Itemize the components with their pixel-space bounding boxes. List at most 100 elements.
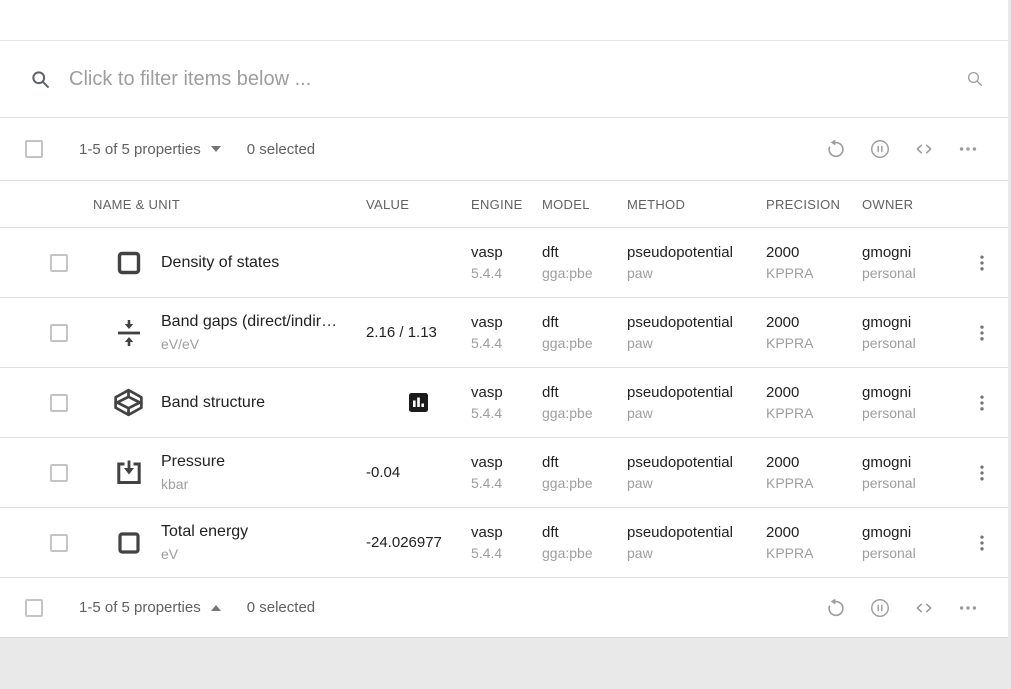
undo-icon[interactable]	[824, 137, 848, 161]
engine-version: 5.4.4	[471, 543, 542, 564]
property-name: Total energy	[161, 521, 366, 543]
row-checkbox[interactable]	[50, 464, 68, 482]
pagination-dropdown[interactable]: 1-5 of 5 properties	[79, 599, 221, 616]
engine-version: 5.4.4	[471, 263, 542, 284]
model-name: dft	[542, 312, 627, 333]
precision-detail: KPPRA	[766, 333, 862, 354]
precision-value: 2000	[766, 382, 862, 403]
selected-count: 0 selected	[247, 599, 315, 616]
precision-value: 2000	[766, 522, 862, 543]
select-all-checkbox[interactable]	[25, 599, 43, 617]
engine-name: vasp	[471, 452, 542, 473]
column-header-engine: ENGINE	[471, 197, 542, 212]
more-vertical-icon[interactable]	[968, 247, 996, 279]
row-checkbox[interactable]	[50, 324, 68, 342]
owner-name: gmogni	[862, 312, 956, 333]
toolbar-actions	[824, 596, 1008, 620]
precision-detail: KPPRA	[766, 473, 862, 494]
owner-name: gmogni	[862, 382, 956, 403]
engine-name: vasp	[471, 382, 542, 403]
property-name: Band gaps (direct/indir…	[161, 311, 366, 333]
owner-detail: personal	[862, 543, 956, 564]
code-icon[interactable]	[912, 137, 936, 161]
table-toolbar-bottom: 1-5 of 5 properties 0 selected	[0, 578, 1008, 638]
table-row: Density of states vasp 5.4.4 dft gga:pbe…	[0, 228, 1008, 298]
model-name: dft	[542, 242, 627, 263]
search-icon[interactable]	[966, 70, 984, 88]
property-value: 2.16 / 1.13	[366, 324, 471, 341]
selected-count: 0 selected	[247, 141, 315, 158]
table-row: Band gaps (direct/indir… eV/eV 2.16 / 1.…	[0, 298, 1008, 368]
table-toolbar-top: 1-5 of 5 properties 0 selected	[0, 118, 1008, 181]
precision-detail: KPPRA	[766, 403, 862, 424]
undo-icon[interactable]	[824, 596, 848, 620]
pause-circle-icon[interactable]	[868, 137, 892, 161]
table-row: Total energy eV -24.026977 vasp 5.4.4 df…	[0, 508, 1008, 578]
engine-name: vasp	[471, 312, 542, 333]
method-detail: paw	[627, 333, 766, 354]
band-gaps-icon	[113, 317, 145, 349]
engine-version: 5.4.4	[471, 333, 542, 354]
more-horizontal-icon[interactable]	[956, 137, 980, 161]
owner-name: gmogni	[862, 522, 956, 543]
property-value: -24.026977	[366, 534, 471, 551]
property-unit: kbar	[161, 474, 366, 494]
precision-detail: KPPRA	[766, 543, 862, 564]
table-row: Band structure vasp 5.4.4 dft gga:pbe ps…	[0, 368, 1008, 438]
row-checkbox[interactable]	[50, 254, 68, 272]
row-checkbox[interactable]	[50, 534, 68, 552]
pagination-dropdown[interactable]: 1-5 of 5 properties	[79, 141, 221, 158]
properties-panel: 1-5 of 5 properties 0 selected	[0, 0, 1008, 638]
toolbar-actions	[824, 137, 1008, 161]
code-icon[interactable]	[912, 596, 936, 620]
property-unit: eV	[161, 544, 366, 564]
engine-version: 5.4.4	[471, 403, 542, 424]
owner-name: gmogni	[862, 452, 956, 473]
method-name: pseudopotential	[627, 242, 766, 263]
precision-value: 2000	[766, 242, 862, 263]
method-name: pseudopotential	[627, 312, 766, 333]
engine-name: vasp	[471, 522, 542, 543]
owner-detail: personal	[862, 263, 956, 284]
method-detail: paw	[627, 263, 766, 284]
more-horizontal-icon[interactable]	[956, 596, 980, 620]
more-vertical-icon[interactable]	[968, 317, 996, 349]
method-name: pseudopotential	[627, 452, 766, 473]
owner-name: gmogni	[862, 242, 956, 263]
filter-input[interactable]	[69, 68, 966, 91]
row-checkbox[interactable]	[50, 394, 68, 412]
more-vertical-icon[interactable]	[968, 457, 996, 489]
precision-detail: KPPRA	[766, 263, 862, 284]
model-name: dft	[542, 382, 627, 403]
select-all-checkbox[interactable]	[25, 140, 43, 158]
precision-value: 2000	[766, 312, 862, 333]
bar-chart-icon[interactable]	[409, 393, 428, 412]
band-structure-icon	[112, 386, 145, 419]
property-name: Pressure	[161, 451, 366, 473]
property-value: -0.04	[366, 464, 471, 481]
model-detail: gga:pbe	[542, 333, 627, 354]
method-name: pseudopotential	[627, 522, 766, 543]
chevron-up-icon	[211, 605, 221, 611]
owner-detail: personal	[862, 473, 956, 494]
model-name: dft	[542, 452, 627, 473]
property-unit: eV/eV	[161, 334, 366, 354]
square-outline-icon	[113, 247, 145, 279]
page-footer-area	[0, 638, 1011, 689]
method-detail: paw	[627, 543, 766, 564]
column-header-model: MODEL	[542, 197, 627, 212]
column-header-owner: OWNER	[862, 197, 956, 212]
more-vertical-icon[interactable]	[968, 527, 996, 559]
method-detail: paw	[627, 403, 766, 424]
filter-bar	[0, 41, 1008, 118]
owner-detail: personal	[862, 403, 956, 424]
pagination-label: 1-5 of 5 properties	[79, 599, 201, 616]
model-detail: gga:pbe	[542, 403, 627, 424]
owner-detail: personal	[862, 333, 956, 354]
model-detail: gga:pbe	[542, 473, 627, 494]
model-detail: gga:pbe	[542, 543, 627, 564]
pause-circle-icon[interactable]	[868, 596, 892, 620]
model-detail: gga:pbe	[542, 263, 627, 284]
more-vertical-icon[interactable]	[968, 387, 996, 419]
engine-version: 5.4.4	[471, 473, 542, 494]
